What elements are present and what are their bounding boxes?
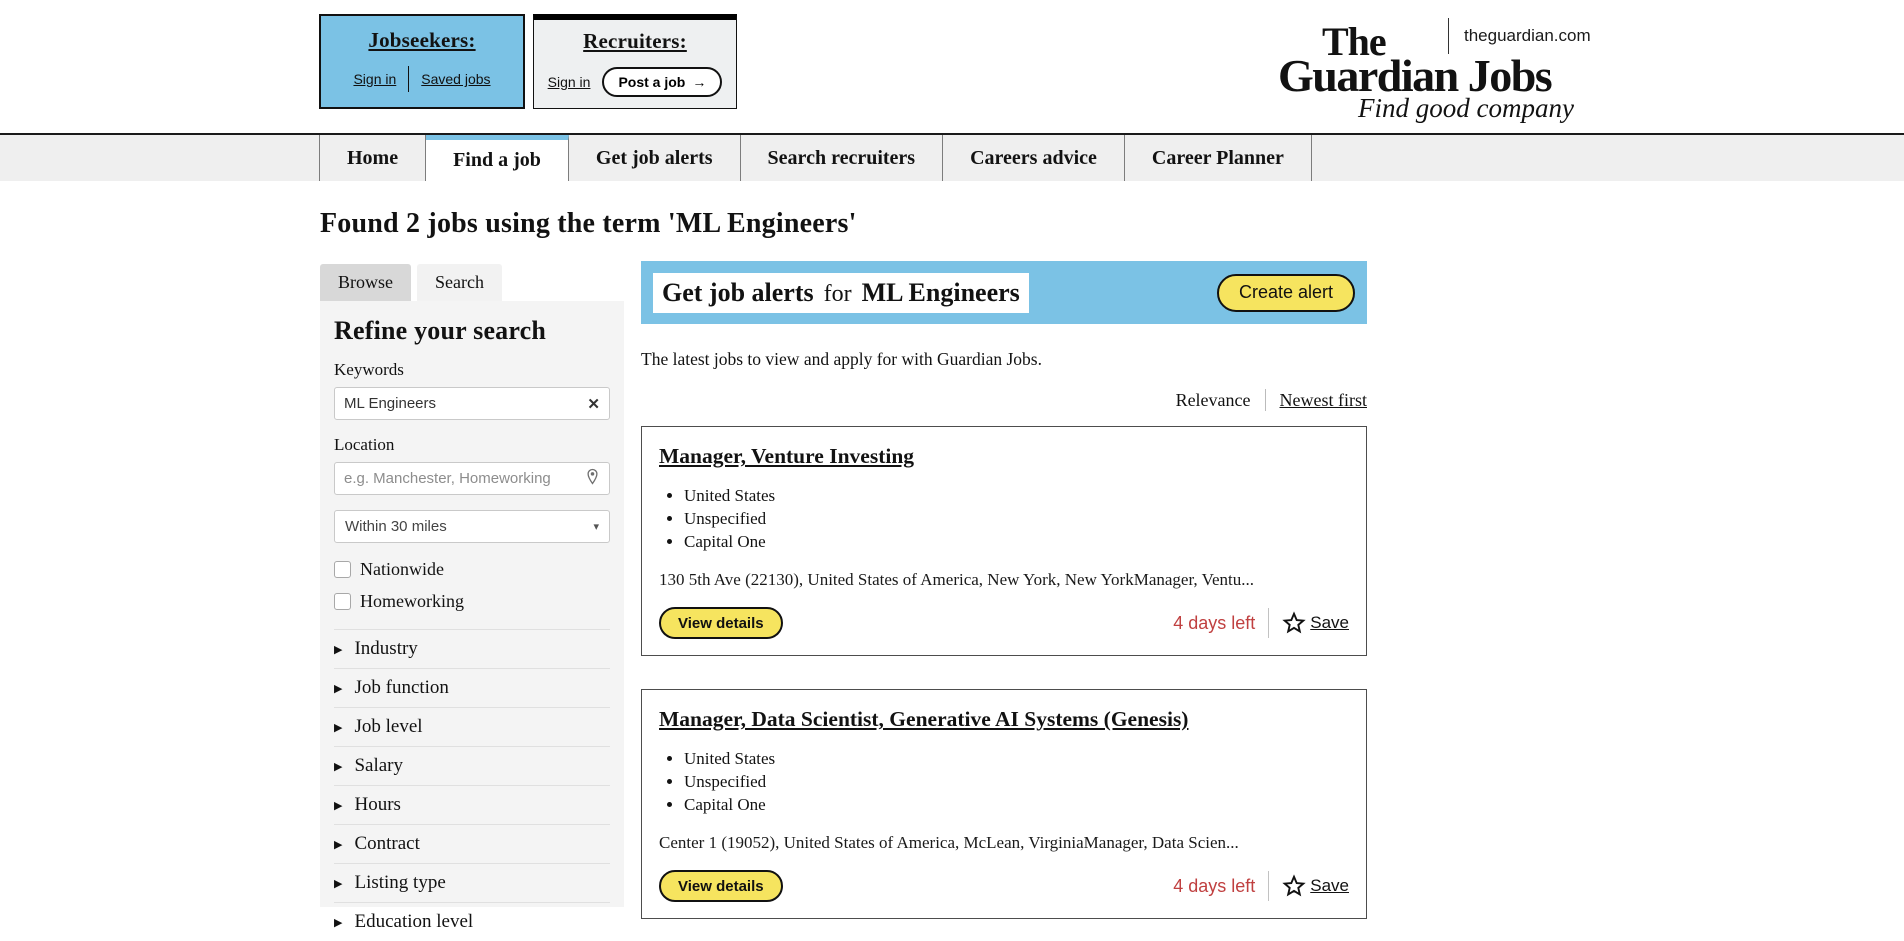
location-pin-icon [585, 468, 600, 490]
main-nav: Home Find a job Get job alerts Search re… [0, 133, 1904, 181]
sort-newest-link[interactable]: Newest first [1280, 390, 1367, 411]
clear-keywords-icon[interactable]: ✕ [581, 395, 600, 413]
tab-browse[interactable]: Browse [320, 264, 411, 301]
sort-relevance-link[interactable]: Relevance [1176, 390, 1251, 411]
jobseekers-box: Jobseekers: Sign in Saved jobs [319, 14, 525, 109]
job-location: United States [684, 747, 1349, 770]
triangle-right-icon: ▶ [334, 838, 343, 851]
job-description: Center 1 (19052), United States of Ameri… [659, 833, 1239, 852]
triangle-right-icon: ▶ [334, 877, 343, 890]
create-alert-button[interactable]: Create alert [1216, 273, 1355, 312]
job-company: Capital One [684, 793, 1349, 816]
divider [1268, 608, 1270, 638]
job-title-link[interactable]: Manager, Venture Investing [659, 444, 914, 468]
filter-education-level[interactable]: ▶ Education level [334, 902, 610, 941]
keywords-label: Keywords [334, 360, 404, 379]
post-a-job-button[interactable]: Post a job → [602, 67, 723, 97]
nationwide-label: Nationwide [360, 559, 444, 579]
star-icon [1282, 611, 1306, 634]
nav-tab-careers-advice[interactable]: Careers advice [943, 135, 1125, 181]
triangle-right-icon: ▶ [334, 760, 343, 773]
filter-listing-type[interactable]: ▶ Listing type [334, 863, 610, 902]
location-label: Location [334, 435, 395, 454]
job-alerts-banner: Get job alerts for ML Engineers Create ale… [641, 261, 1367, 324]
triangle-right-icon: ▶ [334, 916, 343, 929]
chevron-down-icon: ▾ [593, 521, 599, 533]
divider [1264, 389, 1266, 411]
nationwide-checkbox-row[interactable]: Nationwide [334, 559, 610, 580]
site-header: Jobseekers: Sign in Saved jobs Recruiter… [0, 0, 1904, 133]
recruiters-signin-link[interactable]: Sign in [548, 74, 591, 90]
filter-contract[interactable]: ▶ Contract [334, 824, 610, 863]
divider [1268, 871, 1270, 901]
job-title-link[interactable]: Manager, Data Scientist, Generative AI S… [659, 707, 1188, 731]
job-card: Manager, Data Scientist, Generative AI S… [641, 689, 1367, 919]
sort-row: Relevance Newest first [641, 389, 1367, 411]
divider [1448, 18, 1449, 54]
nav-tab-get-job-alerts[interactable]: Get job alerts [569, 135, 741, 181]
triangle-right-icon: ▶ [334, 643, 343, 656]
refine-panel: Refine your search Keywords ✕ Location W… [320, 301, 624, 932]
job-meta-list: United States Unspecified Capital One [684, 484, 1349, 553]
filter-job-function[interactable]: ▶ Job function [334, 668, 610, 707]
results-column: Get job alerts for ML Engineers Create ale… [641, 261, 1367, 919]
jobseekers-signin-link[interactable]: Sign in [353, 71, 396, 87]
nav-tab-home[interactable]: Home [319, 135, 427, 181]
homeworking-checkbox[interactable] [334, 593, 351, 610]
tab-search[interactable]: Search [417, 264, 502, 301]
keywords-inputbox: ✕ [334, 387, 610, 420]
job-salary: Unspecified [684, 507, 1349, 530]
filter-hours[interactable]: ▶ Hours [334, 785, 610, 824]
job-meta-list: United States Unspecified Capital One [684, 747, 1349, 816]
filter-salary[interactable]: ▶ Salary [334, 746, 610, 785]
nav-tab-career-planner[interactable]: Career Planner [1125, 135, 1312, 181]
homeworking-checkbox-row[interactable]: Homeworking [334, 591, 610, 612]
theguardian-com-link[interactable]: theguardian.com [1464, 26, 1591, 46]
recruiters-title[interactable]: Recruiters: [534, 29, 736, 54]
saved-jobs-link[interactable]: Saved jobs [421, 71, 490, 87]
triangle-right-icon: ▶ [334, 799, 343, 812]
refine-title: Refine your search [334, 316, 547, 345]
divider [408, 66, 410, 92]
save-job-button[interactable]: Save [1282, 874, 1349, 898]
logo-tagline: Find good company [1358, 93, 1574, 123]
location-input[interactable] [344, 470, 585, 487]
view-details-button[interactable]: View details [659, 607, 783, 639]
nationwide-checkbox[interactable] [334, 561, 351, 578]
arrow-right-icon: → [692, 74, 707, 90]
location-inputbox [334, 462, 610, 495]
save-job-button[interactable]: Save [1282, 611, 1349, 635]
keywords-input[interactable] [344, 395, 582, 412]
view-details-button[interactable]: View details [659, 870, 783, 902]
nav-tab-search-recruiters[interactable]: Search recruiters [741, 135, 944, 181]
results-heading: Found 2 jobs using the term 'ML Engineer… [320, 208, 857, 239]
job-alerts-banner-title: Get job alerts for ML Engineers [653, 272, 1029, 313]
refine-sidebar: Browse Search Refine your search Keyword… [320, 264, 624, 932]
job-location: United States [684, 484, 1349, 507]
job-description: 130 5th Ave (22130), United States of Am… [659, 570, 1255, 589]
days-left-badge: 4 days left [1173, 875, 1256, 896]
jobseekers-title[interactable]: Jobseekers: [321, 28, 523, 53]
radius-select[interactable]: Within 30 miles ▾ [334, 510, 610, 543]
filter-job-level[interactable]: ▶ Job level [334, 707, 610, 746]
filter-industry[interactable]: ▶ Industry [334, 629, 610, 668]
triangle-right-icon: ▶ [334, 682, 343, 695]
triangle-right-icon: ▶ [334, 721, 343, 734]
job-company: Capital One [684, 530, 1349, 553]
filter-accordions: ▶ Industry ▶ Job function ▶ Job level ▶ … [334, 629, 610, 941]
job-salary: Unspecified [684, 770, 1349, 793]
homeworking-label: Homeworking [360, 591, 464, 611]
intro-text: The latest jobs to view and apply for wi… [641, 349, 1042, 369]
job-card: Manager, Venture Investing United States… [641, 426, 1367, 656]
nav-tab-find-a-job[interactable]: Find a job [426, 135, 569, 181]
days-left-badge: 4 days left [1173, 612, 1256, 633]
star-icon [1282, 874, 1306, 897]
recruiters-box: Recruiters: Sign in Post a job → [533, 14, 737, 109]
